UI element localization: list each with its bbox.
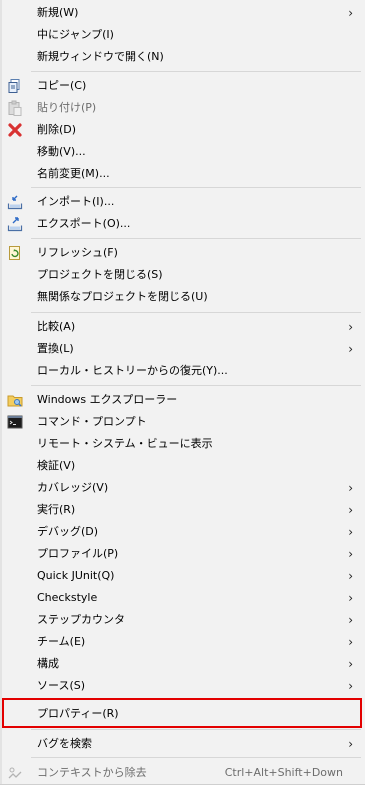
- menu-item-remove-from-context[interactable]: コンテキストから除去 Ctrl+Alt+Shift+Down: [0, 762, 365, 784]
- context-menu: 新規(W) › 中にジャンプ(I) 新規ウィンドウで開く(N) コピー(C) 貼…: [0, 0, 365, 791]
- menu-item-label: Checkstyle: [37, 591, 98, 604]
- menu-separator: [31, 71, 361, 72]
- menu-item-label: 置換(L): [37, 342, 74, 355]
- menu-item-refresh[interactable]: リフレッシュ(F): [0, 242, 365, 264]
- menu-item-label: 比較(A): [37, 320, 76, 333]
- menu-item-coverage[interactable]: カバレッジ(V) ›: [0, 477, 365, 499]
- import-icon: [7, 195, 23, 210]
- menu-item-label: 新規ウィンドウで開く(N): [37, 50, 164, 63]
- menu-item-label: プロジェクトを閉じる(S): [37, 268, 163, 281]
- explorer-folder-icon: [7, 395, 23, 407]
- submenu-arrow-icon: ›: [348, 320, 353, 334]
- menu-separator: [31, 729, 361, 730]
- menu-item-label: リフレッシュ(F): [37, 246, 118, 259]
- submenu-arrow-icon: ›: [348, 525, 353, 539]
- menu-item-close-project[interactable]: プロジェクトを閉じる(S): [0, 264, 365, 286]
- menu-separator: [31, 238, 361, 239]
- copy-icon: [8, 79, 20, 93]
- menu-item-restore-local-history[interactable]: ローカル・ヒストリーからの復元(Y)...: [0, 360, 365, 382]
- menu-item-label: 名前変更(M)...: [37, 167, 110, 180]
- menu-item-validate[interactable]: 検証(V): [0, 455, 365, 477]
- menu-item-profile[interactable]: プロファイル(P) ›: [0, 543, 365, 565]
- menu-separator: [31, 312, 361, 313]
- menu-item-go-into[interactable]: 中にジャンプ(I): [0, 24, 365, 46]
- menu-item-label: デバッグ(D): [37, 525, 99, 538]
- menu-item-label: プロファイル(P): [37, 547, 119, 560]
- menu-item-label: ステップカウンタ: [37, 613, 125, 626]
- submenu-arrow-icon: ›: [348, 635, 353, 649]
- submenu-arrow-icon: ›: [348, 613, 353, 627]
- remove-context-icon: [8, 767, 22, 779]
- submenu-arrow-icon: ›: [348, 569, 353, 583]
- menu-item-label: ローカル・ヒストリーからの復元(Y)...: [37, 364, 228, 377]
- menu-item-rename[interactable]: 名前変更(M)...: [0, 163, 365, 185]
- menu-item-checkstyle[interactable]: Checkstyle ›: [0, 587, 365, 609]
- menu-item-label: 検証(V): [37, 459, 76, 472]
- menu-item-new[interactable]: 新規(W) ›: [0, 2, 365, 24]
- menu-item-show-in-remote-systems-view[interactable]: リモート・システム・ビューに表示: [0, 433, 365, 455]
- menu-item-run[interactable]: 実行(R) ›: [0, 499, 365, 521]
- menu-item-label: バグを検索: [37, 737, 92, 750]
- menu-item-label: 構成: [37, 657, 59, 670]
- menu-item-label: コピー(C): [37, 79, 87, 92]
- submenu-arrow-icon: ›: [348, 481, 353, 495]
- submenu-arrow-icon: ›: [348, 547, 353, 561]
- menu-item-label: カバレッジ(V): [37, 481, 109, 494]
- menu-item-label: チーム(E): [37, 635, 86, 648]
- menu-item-label: Quick JUnit(Q): [37, 569, 115, 582]
- menu-item-debug[interactable]: デバッグ(D) ›: [0, 521, 365, 543]
- menu-item-label: コマンド・プロンプト: [37, 415, 147, 428]
- submenu-arrow-icon: ›: [348, 737, 353, 751]
- menu-item-label: コンテキストから除去: [37, 766, 147, 779]
- highlight-box: [2, 698, 362, 728]
- menu-item-export[interactable]: エクスポート(O)...: [0, 213, 365, 235]
- submenu-arrow-icon: ›: [348, 679, 353, 693]
- menu-item-label: ソース(S): [37, 679, 86, 692]
- menu-item-open-new-window[interactable]: 新規ウィンドウで開く(N): [0, 46, 365, 68]
- menu-item-configure[interactable]: 構成 ›: [0, 653, 365, 675]
- menu-item-label: 無関係なプロジェクトを閉じる(U): [37, 290, 208, 303]
- submenu-arrow-icon: ›: [348, 503, 353, 517]
- menu-item-label: 移動(V)...: [37, 145, 86, 158]
- menu-item-paste[interactable]: 貼り付け(P): [0, 97, 365, 119]
- menu-item-label: リモート・システム・ビューに表示: [37, 437, 213, 450]
- delete-icon: [8, 123, 22, 137]
- command-prompt-icon: [7, 415, 23, 429]
- menu-item-team[interactable]: チーム(E) ›: [0, 631, 365, 653]
- menu-item-windows-explorer[interactable]: Windows エクスプローラー: [0, 389, 365, 411]
- menu-item-label: インポート(I)...: [37, 195, 115, 208]
- menu-item-label: 実行(R): [37, 503, 76, 516]
- menu-item-source[interactable]: ソース(S) ›: [0, 675, 365, 697]
- menu-item-step-counter[interactable]: ステップカウンタ ›: [0, 609, 365, 631]
- submenu-arrow-icon: ›: [348, 6, 353, 20]
- menu-item-label: 削除(D): [37, 123, 77, 136]
- menu-item-replace[interactable]: 置換(L) ›: [0, 338, 365, 360]
- menu-item-compare[interactable]: 比較(A) ›: [0, 316, 365, 338]
- refresh-icon: [9, 246, 20, 260]
- menu-item-close-unrelated-projects[interactable]: 無関係なプロジェクトを閉じる(U): [0, 286, 365, 308]
- menu-separator: [31, 757, 361, 758]
- menu-item-command-prompt[interactable]: コマンド・プロンプト: [0, 411, 365, 433]
- menu-item-delete[interactable]: 削除(D): [0, 119, 365, 141]
- menu-item-label: 貼り付け(P): [37, 101, 97, 114]
- menu-item-move[interactable]: 移動(V)...: [0, 141, 365, 163]
- shortcut-text: Ctrl+Alt+Shift+Down: [224, 766, 343, 779]
- menu-item-label: 中にジャンプ(I): [37, 28, 114, 41]
- menu-separator: [31, 187, 361, 188]
- paste-icon: [8, 100, 22, 116]
- menu-item-label: Windows エクスプローラー: [37, 393, 178, 406]
- menu-item-label: 新規(W): [37, 6, 79, 19]
- menu-item-quick-junit[interactable]: Quick JUnit(Q) ›: [0, 565, 365, 587]
- menu-item-label: エクスポート(O)...: [37, 217, 131, 230]
- submenu-arrow-icon: ›: [348, 591, 353, 605]
- submenu-arrow-icon: ›: [348, 657, 353, 671]
- menu-item-copy[interactable]: コピー(C): [0, 75, 365, 97]
- export-icon: [7, 217, 23, 232]
- menu-separator: [31, 385, 361, 386]
- menu-item-find-bugs[interactable]: バグを検索 ›: [0, 733, 365, 755]
- submenu-arrow-icon: ›: [348, 342, 353, 356]
- menu-item-import[interactable]: インポート(I)...: [0, 191, 365, 213]
